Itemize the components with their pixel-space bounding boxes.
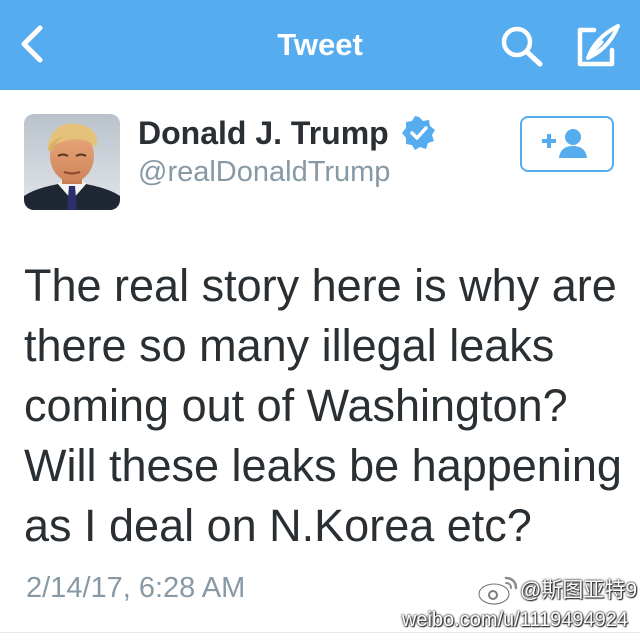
verified-badge-icon: [402, 116, 435, 150]
display-name[interactable]: Donald J. Trump: [138, 114, 389, 152]
compose-tweet-button[interactable]: [572, 22, 622, 70]
tweet-text-line: as I deal on N.Korea etc?: [24, 500, 532, 551]
watermark-url: weibo.com/u/1119494924: [401, 609, 628, 631]
compose-tweet-icon: [577, 24, 620, 67]
tweet-text-line: there so many illegal leaks: [24, 320, 555, 371]
watermark-user: @斯图亚特9: [520, 579, 637, 602]
divider: [0, 632, 640, 633]
tweet-text: The real story here is why are there so …: [24, 256, 624, 556]
weibo-logo-icon: [477, 576, 518, 606]
tweet-timestamp: 2/14/17, 6:28 AM: [26, 572, 246, 604]
follow-button[interactable]: [520, 116, 614, 172]
tweet-text-line: Will these leaks be happening: [24, 440, 622, 491]
avatar-photo: [24, 114, 120, 210]
avatar[interactable]: [24, 114, 120, 210]
top-nav-bar: Tweet: [0, 0, 640, 90]
tweet-text-line: coming out of Washington?: [24, 380, 568, 431]
follow-user-icon: [542, 129, 587, 158]
user-handle[interactable]: @realDonaldTrump: [138, 154, 390, 190]
tweet-text-line: The real story here is why are: [24, 260, 617, 311]
search-icon: [501, 26, 543, 67]
search-button[interactable]: [498, 24, 546, 68]
tweet-detail-screen: Tweet Donald J. Trump @realDonaldTrump T…: [0, 0, 640, 640]
